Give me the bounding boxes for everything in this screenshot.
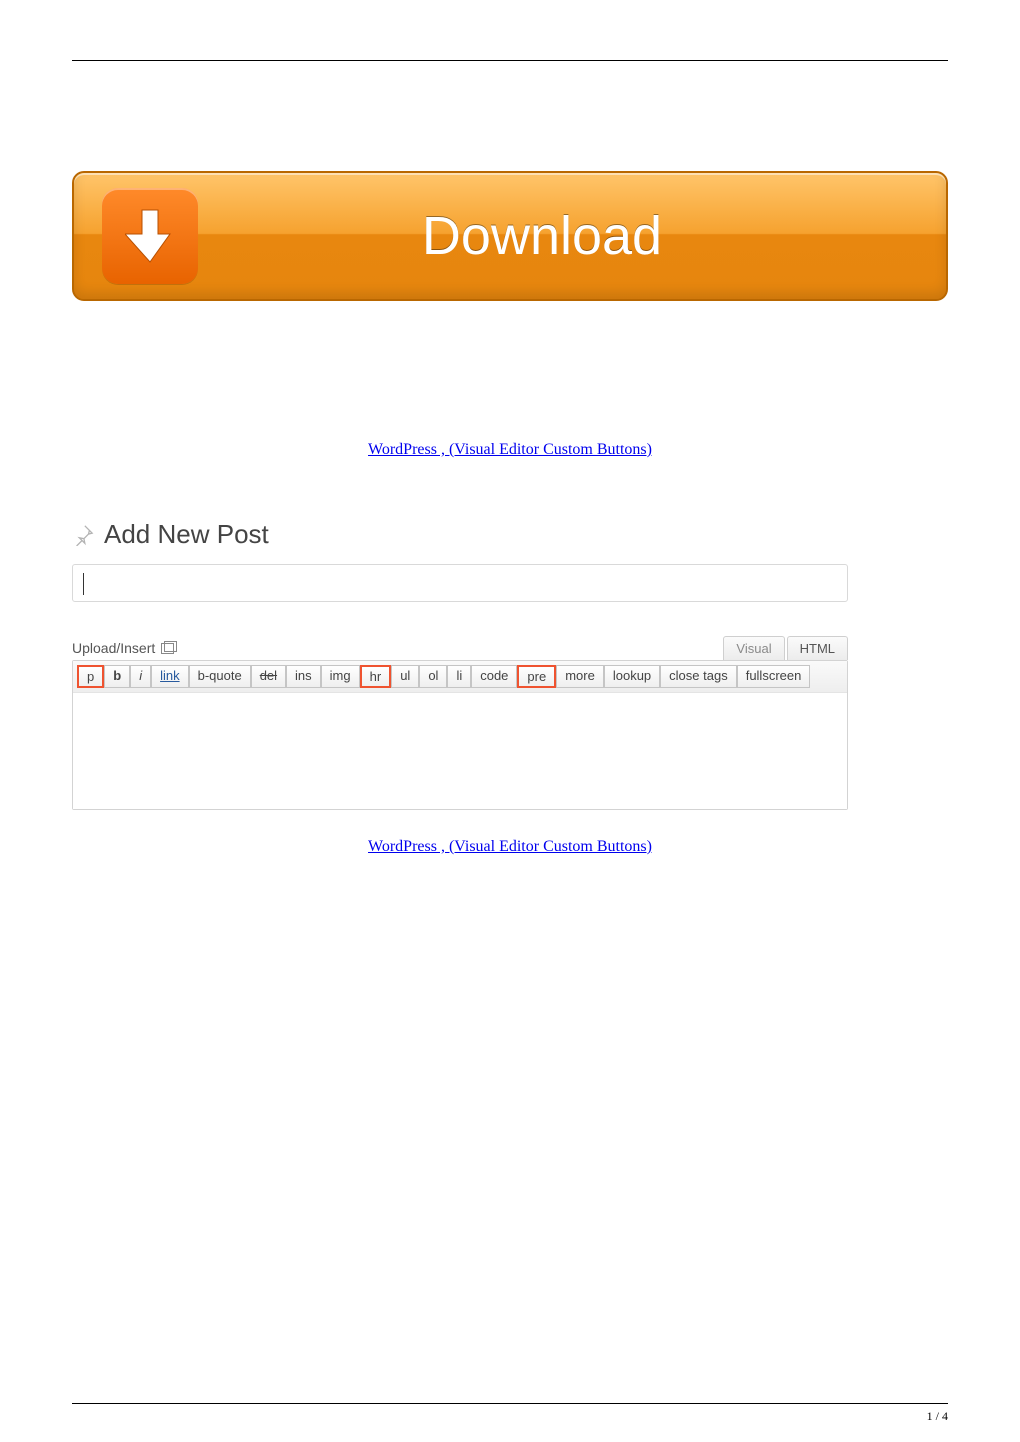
link-visual-editor-custom-buttons-1[interactable]: WordPress , (Visual Editor Custom Button… — [368, 441, 652, 458]
quicktag-close-tags[interactable]: close tags — [660, 665, 737, 688]
quicktag-code[interactable]: code — [471, 665, 517, 688]
editor-content-area[interactable] — [73, 693, 847, 809]
quicktag-more[interactable]: more — [556, 665, 604, 688]
quicktag-lookup[interactable]: lookup — [604, 665, 660, 688]
pin-icon — [72, 524, 94, 546]
quicktag-pre[interactable]: pre — [517, 665, 556, 688]
link-visual-editor-custom-buttons-2[interactable]: WordPress , (Visual Editor Custom Button… — [368, 838, 652, 855]
download-arrow-icon — [102, 188, 198, 284]
link-line-2: WordPress , (Visual Editor Custom Button… — [72, 838, 948, 856]
quicktag-b[interactable]: b — [104, 665, 130, 688]
upload-insert-label[interactable]: Upload/Insert — [72, 640, 177, 656]
add-new-post-heading: Add New Post — [72, 519, 848, 550]
tab-visual[interactable]: Visual — [723, 636, 784, 660]
link-line-1: WordPress , (Visual Editor Custom Button… — [72, 441, 948, 459]
heading-text: Add New Post — [104, 519, 269, 550]
quicktag-del[interactable]: del — [251, 665, 286, 688]
add-media-icon — [161, 641, 177, 655]
quicktag-i[interactable]: i — [130, 665, 151, 688]
quicktags-toolbar: pbilinkb-quotedelinsimghrulollicodepremo… — [73, 661, 847, 693]
quicktag-link[interactable]: link — [151, 665, 189, 688]
quicktag-fullscreen[interactable]: fullscreen — [737, 665, 811, 688]
download-button[interactable]: Download — [72, 171, 948, 301]
post-title-input[interactable] — [72, 564, 848, 602]
upload-insert-text: Upload/Insert — [72, 640, 155, 656]
quicktag-ul[interactable]: ul — [391, 665, 419, 688]
bottom-horizontal-rule — [72, 1403, 948, 1404]
quicktag-p[interactable]: p — [77, 665, 104, 688]
top-horizontal-rule — [72, 60, 948, 61]
quicktag-ins[interactable]: ins — [286, 665, 321, 688]
text-caret — [83, 573, 84, 595]
html-editor-frame: pbilinkb-quotedelinsimghrulollicodepremo… — [72, 660, 848, 810]
tab-html[interactable]: HTML — [787, 636, 848, 660]
quicktag-li[interactable]: li — [447, 665, 471, 688]
quicktag-ol[interactable]: ol — [419, 665, 447, 688]
quicktag-img[interactable]: img — [321, 665, 360, 688]
wordpress-editor-screenshot: Add New Post Upload/Insert Visual HTML p… — [72, 519, 848, 810]
page-number: 1 / 4 — [927, 1409, 948, 1424]
quicktag-b-quote[interactable]: b-quote — [189, 665, 251, 688]
editor-mode-tabs: Visual HTML — [721, 636, 848, 660]
download-label: Download — [198, 205, 946, 267]
quicktag-hr[interactable]: hr — [360, 665, 392, 688]
